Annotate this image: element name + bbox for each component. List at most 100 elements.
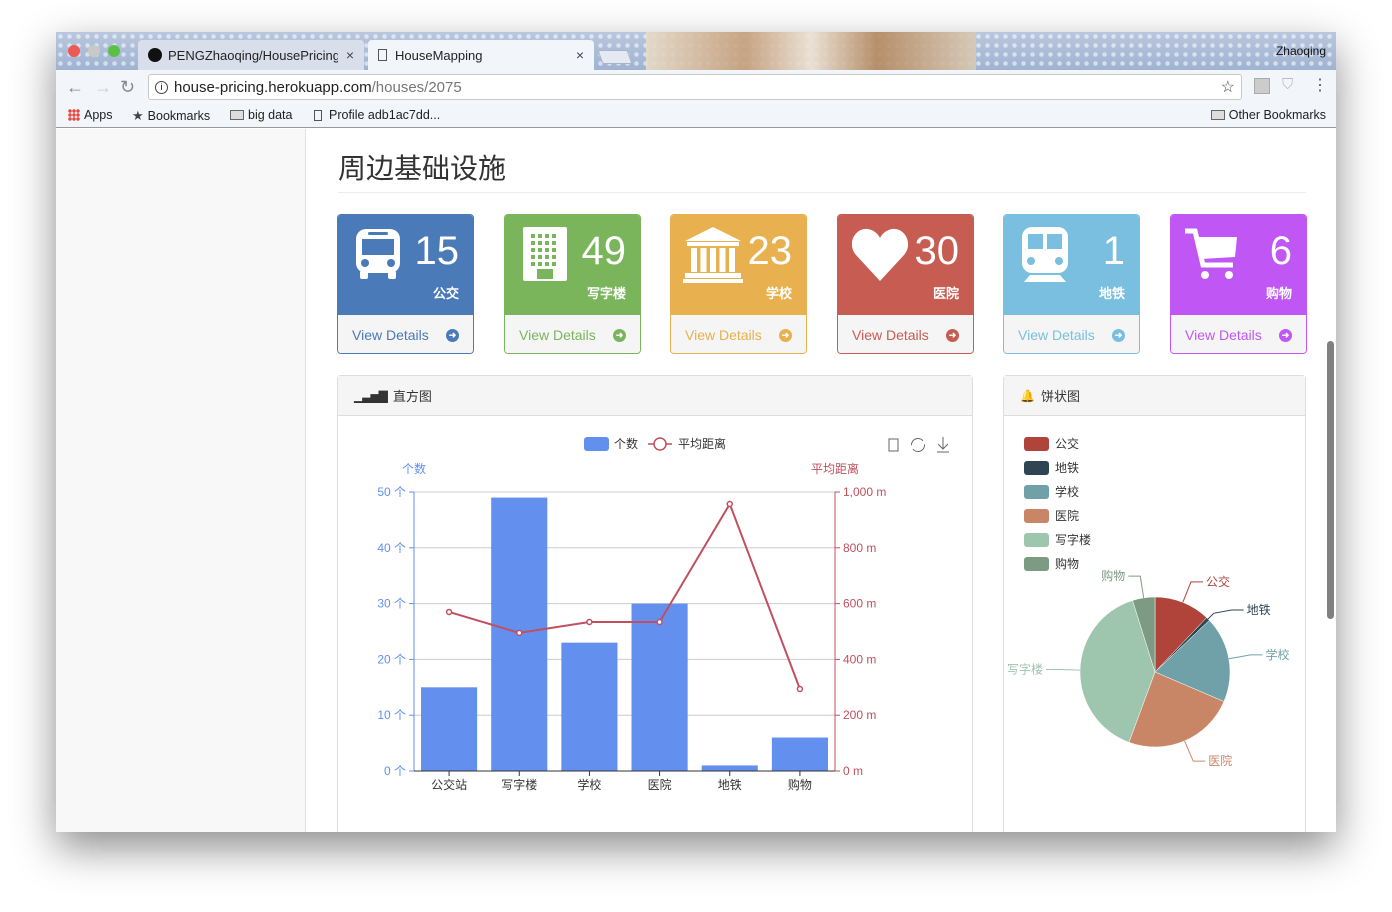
browser-window: PENGZhaoqing/HousePricing × HouseMapping… (56, 32, 1336, 832)
data-view-icon[interactable] (888, 438, 899, 452)
menu-icon[interactable]: ⋮ (1312, 75, 1328, 95)
pie-label-2: 学校 (1265, 647, 1289, 662)
close-tab-icon[interactable]: × (346, 47, 354, 63)
line-point-4 (726, 500, 733, 508)
pie-legend-swatch-4 (1024, 533, 1049, 547)
stat-count: 23 (747, 229, 793, 273)
stat-label: 学校 (765, 286, 792, 301)
stat-label: 购物 (1265, 286, 1292, 301)
legend-label-count: 个数 (614, 436, 638, 451)
pie-legend-label-1: 地铁 (1055, 461, 1079, 475)
y-axis-right-title: 平均距离 (811, 461, 859, 476)
legend-swatch-count (584, 437, 609, 451)
arrow-circle-right-icon: ➜ (1112, 328, 1125, 342)
pie-label-4: 写字楼 (1007, 662, 1043, 677)
view-details-link[interactable]: View Details ➜ (338, 315, 473, 353)
panel-title: 直方图 (392, 389, 432, 404)
bookmark-profile[interactable]: Profile adb1ac7dd... (314, 108, 440, 122)
url-host: house-pricing.herokuapp.com (174, 78, 372, 96)
panel-title: 饼状图 (1040, 389, 1080, 404)
bookmark-big-data[interactable]: big data (230, 108, 292, 122)
y-left-tick-label: 30 个 (377, 597, 406, 611)
y-left-tick-label: 0 个 (384, 764, 406, 778)
arrow-circle-right-icon: ➜ (446, 328, 459, 342)
stat-card-1: 49 写字楼 View Details ➜ (504, 214, 641, 354)
bookmark-apps[interactable]: Apps (68, 108, 113, 122)
stat-card-2: 23 学校 View Details ➜ (670, 214, 807, 354)
bus-icon (356, 229, 400, 279)
new-tab-button[interactable] (597, 50, 633, 64)
bar-chart-icon: ▁▃▅▇ (354, 388, 388, 403)
page-title: 周边基础设施 (338, 153, 507, 184)
pie-legend-label-2: 学校 (1055, 484, 1079, 499)
pie-label-line-3 (1184, 740, 1206, 762)
shield-extension-icon[interactable]: ⛉ (1282, 76, 1293, 93)
bookmarks-bar: Apps ★ Bookmarks big data Profile adb1ac… (56, 104, 1336, 128)
other-bookmarks[interactable]: Other Bookmarks (1210, 108, 1326, 122)
tab-housemapping[interactable]: HouseMapping × (368, 40, 594, 70)
pie-label-line-5 (1128, 575, 1145, 598)
close-window-button[interactable] (68, 45, 80, 57)
legend-marker-distance (653, 437, 667, 451)
arrow-circle-right-icon: ➜ (1279, 328, 1292, 342)
pie-label-line-2 (1228, 654, 1263, 660)
pie-label-line-1 (1207, 609, 1244, 620)
line-point-3 (656, 618, 663, 626)
extension-icon[interactable] (1254, 78, 1270, 94)
sidebar (56, 129, 306, 832)
pie-label-1: 地铁 (1247, 603, 1271, 617)
tab-github[interactable]: PENGZhaoqing/HousePricing × (138, 40, 364, 70)
stat-card-5: 6 购物 View Details ➜ (1170, 214, 1307, 354)
download-icon[interactable] (937, 437, 949, 453)
info-icon[interactable]: i (155, 80, 168, 94)
divider (338, 192, 1306, 193)
minimize-window-button[interactable] (88, 45, 100, 57)
cart-icon (1185, 228, 1237, 279)
view-details-link[interactable]: View Details ➜ (671, 315, 806, 353)
page-icon (314, 109, 322, 121)
bookmark-bookmarks[interactable]: ★ Bookmarks (132, 108, 210, 124)
forward-button[interactable]: → (94, 77, 112, 98)
maximize-window-button[interactable] (108, 45, 120, 57)
pie-label-5: 购物 (1101, 568, 1125, 583)
x-tick-label: 写字楼 (501, 777, 537, 792)
title-bar: PENGZhaoqing/HousePricing × HouseMapping… (56, 32, 1336, 70)
bar-3 (631, 603, 688, 771)
stat-card-4: 1 地铁 View Details ➜ (1003, 214, 1140, 354)
stat-count: 30 (914, 229, 960, 273)
reload-button[interactable]: ↻ (120, 77, 135, 98)
refresh-icon[interactable] (911, 438, 925, 452)
theme-artwork (646, 32, 976, 70)
bell-icon: 🔔 (1020, 388, 1035, 403)
stat-label: 公交 (432, 286, 459, 301)
view-details-link[interactable]: View Details ➜ (1004, 315, 1139, 353)
pie-legend-label-5: 购物 (1055, 556, 1079, 571)
browser-toolbar: ← → ↻ i house-pricing.herokuapp.com/hous… (56, 70, 1336, 104)
close-tab-icon[interactable]: × (576, 47, 584, 63)
x-tick-label: 医院 (648, 778, 672, 792)
pie-label-line-4 (1046, 669, 1081, 671)
train-icon (1022, 227, 1068, 282)
line-point-5 (796, 685, 804, 693)
pie-legend-swatch-3 (1024, 509, 1049, 523)
arrow-circle-right-icon: ➜ (946, 328, 959, 342)
y-right-tick-label: 800 m (843, 541, 876, 555)
tab-label: HouseMapping (395, 47, 483, 63)
profile-name[interactable]: Zhaoqing (1276, 44, 1326, 58)
stat-label: 地铁 (1098, 286, 1125, 301)
panel-header: ▁▃▅▇ 直方图 (338, 376, 972, 416)
y-right-tick-label: 200 m (843, 708, 876, 722)
back-button[interactable]: ← (66, 77, 84, 98)
pie-legend-swatch-5 (1024, 557, 1049, 571)
bookmark-star-icon[interactable]: ☆ (1221, 77, 1235, 97)
stat-card-0: 15 公交 View Details ➜ (337, 214, 474, 354)
view-details-link[interactable]: View Details ➜ (1171, 315, 1306, 353)
x-tick-label: 地铁 (718, 778, 742, 792)
page-scrollbar[interactable] (1327, 341, 1334, 619)
view-details-link[interactable]: View Details ➜ (838, 315, 973, 353)
y-right-tick-label: 0 m (843, 764, 863, 778)
view-details-link[interactable]: View Details ➜ (505, 315, 640, 353)
heart-icon (851, 228, 909, 281)
address-bar[interactable]: i house-pricing.herokuapp.com/houses/207… (148, 74, 1242, 100)
pie-label-0: 公交 (1206, 574, 1230, 589)
